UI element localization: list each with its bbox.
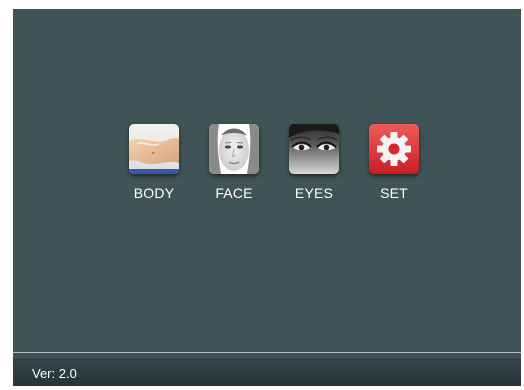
face-icon[interactable] xyxy=(209,124,259,174)
menu-item-label: BODY xyxy=(133,185,175,201)
main-screen: BODY FACE EYES SET Ver: 2.0 xyxy=(13,9,521,386)
version-label: Ver: 2.0 xyxy=(32,366,77,381)
menu-item-label: EYES xyxy=(294,185,334,201)
gear-icon[interactable] xyxy=(369,124,419,174)
main-menu: BODY FACE EYES SET xyxy=(119,124,429,224)
body-icon[interactable] xyxy=(129,124,179,174)
menu-item-body[interactable]: BODY xyxy=(119,124,189,214)
eyes-icon[interactable] xyxy=(289,124,339,174)
status-bar: Ver: 2.0 xyxy=(13,358,521,386)
menu-item-face[interactable]: FACE xyxy=(199,124,269,214)
footer-divider xyxy=(13,352,521,353)
menu-item-eyes[interactable]: EYES xyxy=(279,124,349,214)
menu-item-label: FACE xyxy=(215,185,253,201)
menu-item-label: SET xyxy=(380,185,408,201)
menu-item-set[interactable]: SET xyxy=(359,124,429,214)
